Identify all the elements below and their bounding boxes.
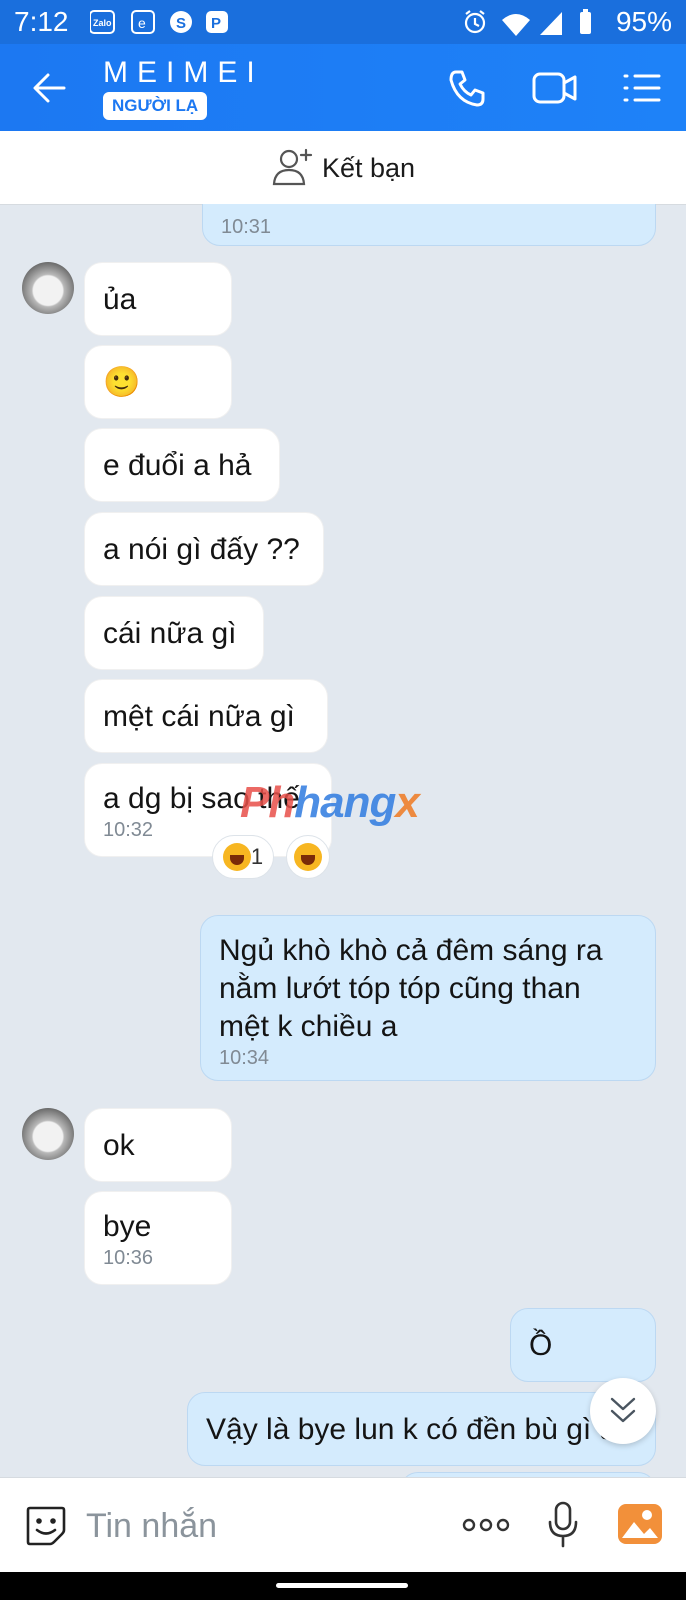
svg-text:e: e — [138, 15, 146, 31]
sticker-icon[interactable] — [24, 1504, 68, 1548]
watermark-logo: Phhangx — [240, 778, 420, 827]
message-bubble-incoming[interactable]: 🙂 — [84, 345, 232, 419]
status-time: 7:12 — [14, 6, 69, 37]
video-call-icon[interactable] — [531, 70, 579, 106]
phone-icon[interactable] — [447, 68, 487, 108]
svg-text:Zalo: Zalo — [93, 18, 112, 28]
message-bubble-incoming[interactable]: ủa — [84, 262, 232, 336]
message-time: 10:36 — [103, 1247, 154, 1269]
double-chevron-down-icon — [610, 1397, 636, 1423]
message-line: nằm lướt tóp tóp cũng than — [219, 972, 581, 1005]
menu-icon[interactable] — [622, 72, 662, 104]
message-bubble-incoming[interactable]: ok — [84, 1108, 232, 1182]
more-options-icon[interactable] — [461, 1514, 511, 1536]
scroll-to-bottom-button[interactable] — [590, 1378, 656, 1444]
chat-header: MEIMEI NGƯỜI LẠ — [0, 44, 686, 131]
contact-avatar[interactable] — [22, 262, 74, 314]
svg-text:P: P — [211, 15, 221, 32]
battery-percentage: 95% — [615, 6, 672, 37]
chat-area[interactable]: 10:31 ủa 🙂 e đuổi a hả a nói gì đấy ?? c… — [0, 204, 686, 1477]
laughing-face-icon — [294, 843, 322, 871]
message-text: e đuổi a hả — [103, 449, 252, 482]
message-bubble-incoming[interactable]: e đuổi a hả — [84, 428, 280, 502]
message-bubble-outgoing[interactable]: Ngủ khò khò cả đêm sáng ra nằm lướt tóp … — [200, 915, 656, 1081]
stranger-badge: NGƯỜI LẠ — [103, 92, 208, 120]
add-friend-icon — [272, 148, 313, 186]
reaction-count: 1 — [250, 844, 264, 869]
skype-icon: S — [170, 11, 192, 33]
message-text: mệt cái nữa gì — [103, 700, 295, 733]
alarm-icon — [464, 10, 486, 34]
message-bubble-incoming[interactable]: cái nữa gì — [84, 596, 264, 670]
reaction-summary[interactable]: 1 — [212, 835, 274, 879]
message-bubble-outgoing[interactable]: Vậy là bye lun k có đền bù gì à — [187, 1392, 656, 1466]
message-text: ủa — [103, 283, 137, 316]
add-friend-label: Kết bạn — [322, 153, 416, 183]
message-time: 10:34 — [219, 1047, 270, 1069]
home-gesture-handle[interactable] — [276, 1583, 408, 1588]
system-status-icons — [464, 9, 591, 36]
system-navigation-bar — [0, 1572, 686, 1600]
message-time: 10:31 — [221, 216, 272, 238]
message-text: ok — [103, 1129, 135, 1162]
message-text: Ồ — [529, 1329, 553, 1362]
message-line: mệt k chiều a — [219, 1010, 398, 1043]
svg-text:S: S — [176, 15, 186, 32]
p-app-icon: P — [206, 11, 228, 33]
message-text: cái nữa gì — [103, 617, 237, 650]
contact-avatar[interactable] — [22, 1108, 74, 1160]
notification-icons: Zalo e S P — [90, 10, 228, 34]
message-text: a nói gì đấy ?? — [103, 533, 300, 566]
laughing-face-icon — [222, 843, 251, 871]
message-text: Vậy là bye lun k có đền bù gì à — [206, 1413, 617, 1446]
microphone-icon[interactable] — [546, 1500, 580, 1550]
battery-icon — [580, 9, 591, 34]
message-bubble-outgoing[interactable]: Ồ — [510, 1308, 656, 1382]
add-friend-bar[interactable]: Kết bạn — [0, 131, 686, 205]
message-bubble-incoming[interactable]: a nói gì đấy ?? — [84, 512, 324, 586]
contact-name[interactable]: MEIMEI — [103, 56, 264, 90]
image-gallery-icon[interactable] — [616, 1502, 664, 1546]
signal-icon — [540, 12, 562, 35]
back-arrow-icon[interactable] — [30, 70, 70, 106]
message-line: Ngủ khò khò cả đêm sáng ra — [219, 934, 603, 967]
message-bubble-incoming[interactable]: bye 10:36 — [84, 1191, 232, 1285]
status-bar: 7:12 Zalo e S P 95% — [0, 0, 686, 44]
message-input-bar — [0, 1477, 686, 1573]
emoji-message: 🙂 — [103, 366, 141, 399]
message-bubble-outgoing[interactable]: 10:31 — [202, 204, 656, 246]
message-bubble-incoming[interactable]: mệt cái nữa gì — [84, 679, 328, 753]
add-reaction-button[interactable] — [286, 835, 330, 879]
zalo-icon: Zalo — [90, 10, 115, 34]
edge-icon: e — [131, 10, 155, 34]
message-input[interactable] — [84, 1500, 428, 1552]
message-text: bye — [103, 1210, 152, 1243]
wifi-icon — [502, 14, 530, 36]
